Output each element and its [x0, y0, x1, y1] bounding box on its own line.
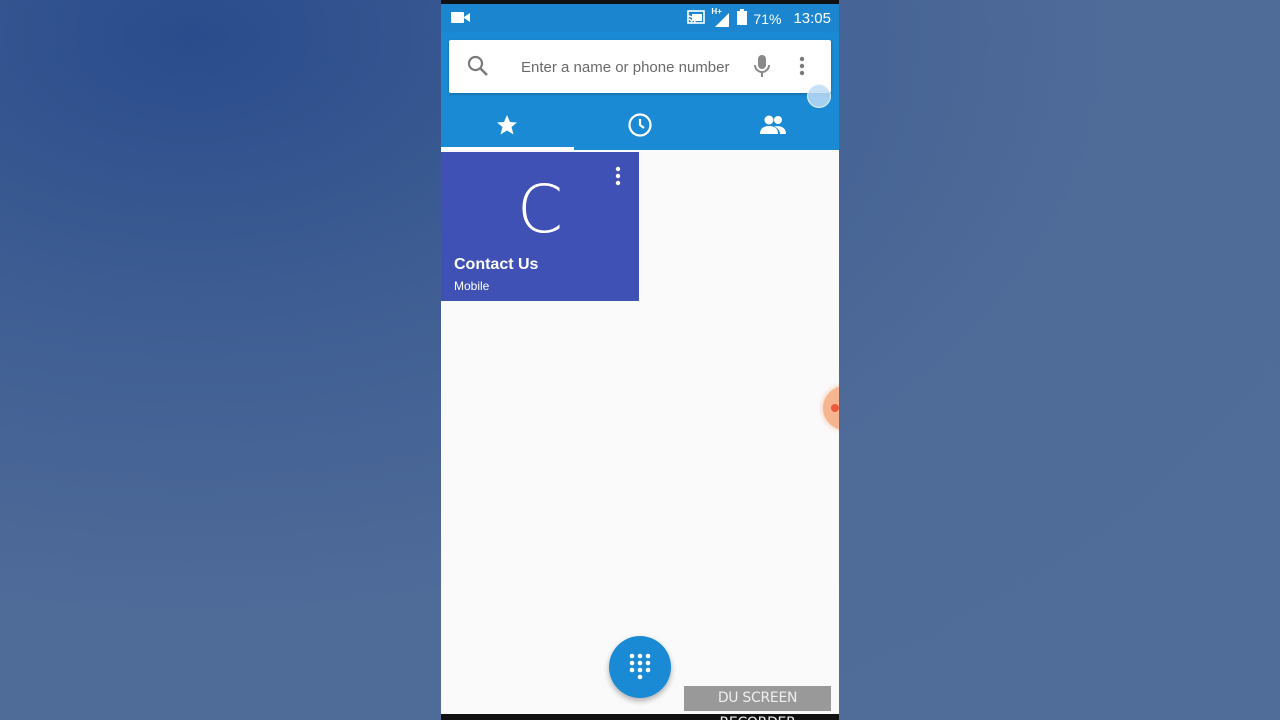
status-bar: H+ 71% 13:05 [441, 4, 839, 32]
battery-percent: 71% [753, 10, 782, 27]
overflow-menu-icon[interactable] [799, 56, 805, 81]
search-input[interactable] [521, 57, 741, 77]
recorder-floating-bubble[interactable] [823, 386, 839, 430]
record-dot-icon [831, 404, 839, 412]
contact-more-icon[interactable] [615, 166, 621, 191]
clock-time: 13:05 [793, 10, 831, 27]
signal-icon: H+ [711, 7, 731, 28]
video-camera-icon [451, 11, 471, 28]
dialpad-button[interactable] [609, 636, 671, 698]
tab-bar [441, 104, 839, 150]
star-icon [495, 113, 519, 142]
clock-icon [627, 112, 653, 143]
microphone-icon[interactable] [754, 55, 770, 84]
battery-icon [737, 9, 748, 28]
recorder-watermark: DU SCREEN RECORDER [684, 686, 831, 720]
app-header [441, 32, 839, 150]
contact-number-type: Mobile [454, 279, 490, 293]
cast-icon [687, 10, 706, 27]
dialpad-icon [629, 653, 651, 680]
search-icon[interactable] [467, 55, 489, 82]
contact-name: Contact Us [454, 256, 539, 273]
tab-contacts[interactable] [706, 104, 839, 150]
tab-selected-indicator [441, 147, 574, 150]
contact-avatar-letter: C [516, 171, 564, 248]
tab-recents[interactable] [574, 104, 707, 150]
phone-screen: H+ 71% 13:05 Enter a name or phone numbe… [441, 0, 839, 720]
people-icon [759, 115, 787, 140]
favorite-contact-tile[interactable]: C Contact Us Mobile [441, 152, 639, 301]
search-bar[interactable] [449, 40, 831, 93]
tab-speed-dial[interactable] [441, 104, 574, 150]
